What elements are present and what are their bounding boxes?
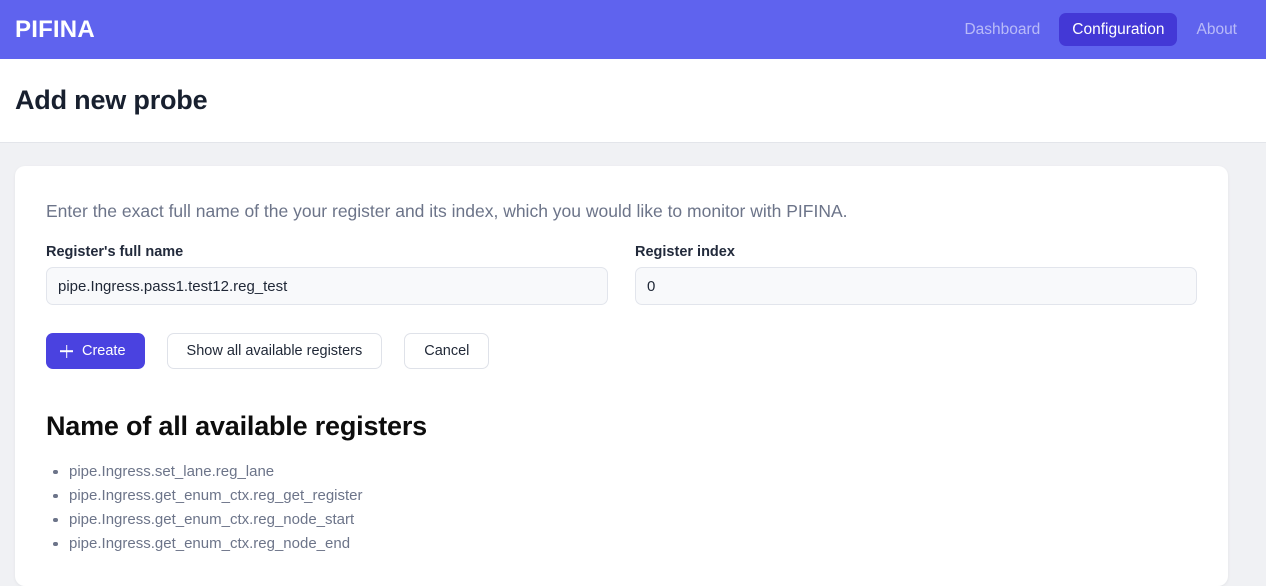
page-title: Add new probe [15,85,208,115]
nav-link-dashboard[interactable]: Dashboard [951,13,1053,47]
label-register-full-name: Register's full name [46,243,184,260]
list-item[interactable]: pipe.Ingress.get_enum_ctx.reg_node_end [46,532,1197,556]
main-navigation: Dashboard Configuration About [951,12,1250,47]
add-probe-card: Enter the exact full name of the your re… [15,166,1228,586]
list-item[interactable]: pipe.Ingress.set_lane.reg_lane [46,460,1197,484]
show-all-registers-button[interactable]: Show all available registers [166,333,383,370]
main-content: Enter the exact full name of the your re… [0,143,1266,586]
app-brand-logo[interactable]: PIFINA [15,17,95,42]
form-group-register-name: Register's full name [46,245,608,306]
plus-icon [60,345,73,358]
probe-form-row: Register's full name Register index [46,245,1197,306]
page-title-band: Add new probe [0,59,1266,143]
card-intro-text: Enter the exact full name of the your re… [46,201,848,221]
top-navbar: PIFINA Dashboard Configuration About [0,0,1266,59]
cancel-button[interactable]: Cancel [404,333,490,370]
form-group-register-index: Register index [635,245,1197,306]
list-item[interactable]: pipe.Ingress.get_enum_ctx.reg_node_start [46,508,1197,532]
label-register-index: Register index [635,243,735,260]
register-full-name-input[interactable] [46,267,608,306]
create-button-label: Create [82,343,126,359]
list-item[interactable]: pipe.Ingress.get_enum_ctx.reg_get_regist… [46,484,1197,508]
create-button[interactable]: Create [46,333,145,370]
nav-link-configuration[interactable]: Configuration [1059,12,1178,47]
form-actions: Create Show all available registers Canc… [46,333,1197,370]
available-registers-heading: Name of all available registers [46,411,427,442]
available-registers-list: pipe.Ingress.set_lane.reg_lane pipe.Ingr… [46,460,1197,556]
register-index-input[interactable] [635,267,1197,306]
nav-link-about[interactable]: About [1183,13,1250,47]
